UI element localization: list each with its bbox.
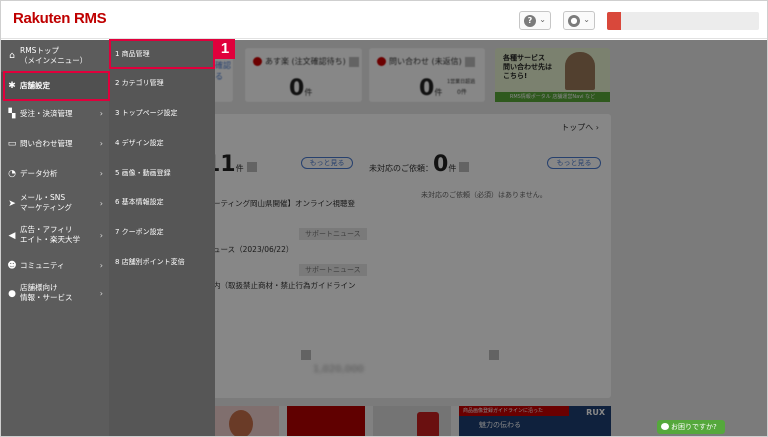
sidebar-item-community[interactable]: ☻ コミュニティ ›	[1, 254, 109, 278]
cart-icon: ▚	[8, 109, 16, 119]
chevron-down-icon: ⌄	[583, 15, 590, 24]
sidebar-item-store-info[interactable]: ● 店舗様向け 情報・サービス ›	[1, 280, 109, 308]
top-header: Rakuten RMS ? ⌄ ● ⌄	[1, 1, 767, 39]
sidebar-item-label: RMSトップ （メインメニュー）	[20, 46, 88, 65]
chevron-right-icon: ›	[99, 109, 103, 118]
highlight-product-management	[109, 39, 215, 69]
chevron-right-icon: ›	[99, 231, 103, 240]
home-icon: ⌂	[9, 51, 15, 61]
store-avatar	[607, 12, 621, 30]
submenu-item-design-settings[interactable]: 4 デザイン設定	[109, 131, 215, 155]
sidebar-item-data-analysis[interactable]: ◔ データ分析 ›	[1, 162, 109, 186]
sidebar-item-label: 問い合わせ管理	[20, 139, 73, 148]
submenu-item-top-page-settings[interactable]: 3 トップページ設定	[109, 101, 215, 125]
submenu-item-coupon-settings[interactable]: 7 クーポン設定	[109, 220, 215, 244]
sidebar-item-label: メール・SNS マーケティング	[20, 193, 72, 212]
user-icon: ●	[568, 15, 580, 27]
submenu-item-store-points[interactable]: 8 店舗別ポイント変倍	[109, 250, 215, 274]
submenu-item-category-management[interactable]: 2 カテゴリ管理	[109, 71, 215, 95]
megaphone-icon: ◀	[8, 231, 16, 241]
sidebar-item-label: 店舗様向け 情報・サービス	[20, 283, 73, 302]
sidebar-item-label: コミュニティ	[20, 261, 65, 270]
sidebar-item-label: 受注・決済管理	[20, 109, 73, 118]
chevron-right-icon: ›	[99, 139, 103, 148]
sidebar-item-label: 広告・アフィリ エイト・楽天大学	[20, 225, 80, 244]
sidebar-item-mail-sns[interactable]: ➤ メール・SNS マーケティング ›	[1, 190, 109, 218]
chat-icon: ▭	[7, 139, 17, 149]
sidebar-item-rms-top[interactable]: ⌂ RMSトップ （メインメニュー）	[1, 44, 109, 68]
highlight-store-settings	[3, 71, 110, 101]
help-chat-label: お困りですか?	[671, 423, 717, 431]
help-icon: ?	[524, 15, 536, 27]
rakuten-rms-logo[interactable]: Rakuten RMS	[13, 10, 107, 27]
help-chat-button[interactable]: お困りですか?	[657, 420, 725, 434]
pie-chart-icon: ◔	[8, 169, 16, 179]
user-account-bar[interactable]	[607, 12, 759, 30]
submenu-item-image-video[interactable]: 5 画像・動画登録	[109, 161, 215, 185]
sidebar-item-label: データ分析	[20, 169, 58, 178]
submenu-item-basic-info[interactable]: 6 基本情報設定	[109, 190, 215, 214]
info-icon: ●	[8, 289, 16, 299]
store-settings-submenu: 1 商品管理 2 カテゴリ管理 3 トップページ設定 4 デザイン設定 5 画像…	[109, 40, 215, 436]
help-menu-button[interactable]: ? ⌄	[519, 11, 551, 30]
people-icon: ☻	[7, 261, 17, 271]
step-number-badge: 1	[215, 39, 235, 59]
chat-bubble-icon	[661, 423, 669, 430]
user-menu-button[interactable]: ● ⌄	[563, 11, 595, 30]
app-window: Rakuten RMS ? ⌄ ● ⌄ 確認る あす楽 (注文確認待ち) 0件 …	[0, 0, 768, 437]
chevron-right-icon: ›	[99, 169, 103, 178]
sidebar-item-orders[interactable]: ▚ 受注・決済管理 ›	[1, 102, 109, 126]
sidebar-item-inquiries[interactable]: ▭ 問い合わせ管理 ›	[1, 132, 109, 156]
chevron-right-icon: ›	[99, 261, 103, 270]
chevron-right-icon: ›	[99, 289, 103, 298]
sidebar-item-ads[interactable]: ◀ 広告・アフィリ エイト・楽天大学 ›	[1, 222, 109, 250]
paper-plane-icon: ➤	[8, 199, 16, 209]
chevron-right-icon: ›	[99, 199, 103, 208]
chevron-down-icon: ⌄	[539, 15, 546, 24]
